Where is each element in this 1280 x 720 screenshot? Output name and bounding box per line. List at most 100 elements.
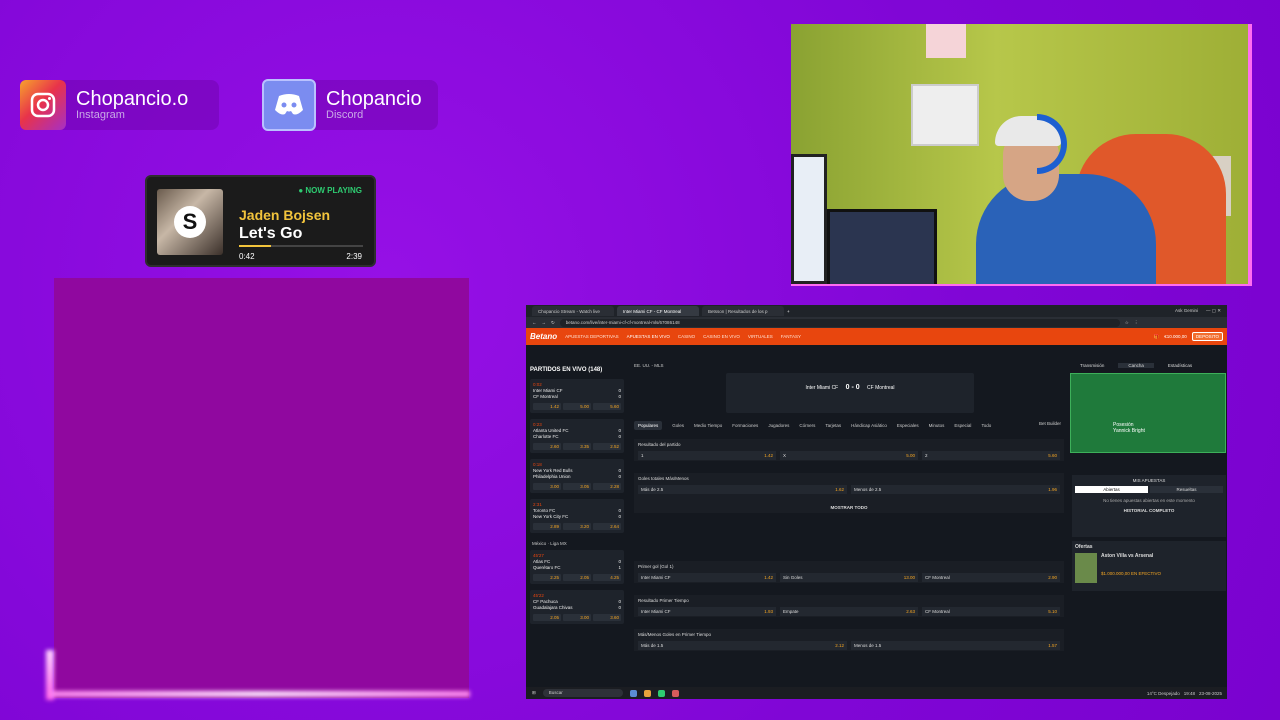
market-option[interactable]: Empate 2.63 — [780, 607, 918, 616]
odd-1[interactable]: 2.25 — [533, 574, 561, 581]
pitch-tracker: Posesión Yannick Bright — [1070, 373, 1226, 453]
market-option[interactable]: CF Montreal 2.90 — [922, 573, 1060, 582]
odd-2[interactable]: 5.60 — [593, 403, 621, 410]
deposit-button[interactable]: DEPOSITO — [1191, 332, 1223, 341]
odd-2[interactable]: 3.60 — [593, 614, 621, 621]
browser-tab-active[interactable]: Inter Miami CF - CF Montreal — [617, 306, 699, 316]
option-label: X — [783, 453, 787, 458]
overlay-panel — [54, 278, 469, 698]
odd-1[interactable]: 2.05 — [533, 614, 561, 621]
history-link[interactable]: HISTORIAL COMPLETO — [1075, 508, 1223, 513]
market-tab[interactable]: Especiales — [897, 423, 919, 428]
market-tab[interactable]: Hándicap Asiático — [851, 423, 887, 428]
market-tab[interactable]: Especial — [954, 423, 971, 428]
reload-icon[interactable]: ↻ — [551, 320, 555, 326]
offers-title: Ofertas — [1075, 544, 1093, 550]
profile-button[interactable]: Ask Gemini — [1175, 308, 1198, 314]
market-option[interactable]: Inter Miami CF 1.93 — [638, 607, 776, 616]
market-option[interactable]: Sin Goles 13.00 — [780, 573, 918, 582]
tab-transmision[interactable]: Transmisión — [1080, 363, 1104, 368]
market-option[interactable]: 1 1.42 — [638, 451, 776, 460]
offer-match[interactable]: Aston Villa vs Arsenal — [1101, 553, 1161, 559]
now-playing-tag: ● NOW PLAYING — [298, 186, 362, 195]
odd-x[interactable]: 2.05 — [563, 574, 591, 581]
market-tab[interactable]: Medio Tiempo — [694, 423, 722, 428]
app-icon[interactable] — [657, 689, 665, 697]
star-icon[interactable]: ☆ — [1125, 320, 1129, 326]
odd-2[interactable]: 2.28 — [593, 483, 621, 490]
market-tab[interactable]: Formaciones — [732, 423, 758, 428]
clock-date[interactable]: 23-08-2025 — [1199, 691, 1222, 696]
market-option[interactable]: Más de 2.5 1.62 — [638, 485, 847, 494]
odd-x[interactable]: 5.00 — [563, 403, 591, 410]
weather-widget[interactable]: 14°C Despejado — [1147, 691, 1180, 696]
window-controls[interactable]: — ▢ ✕ — [1206, 308, 1221, 314]
clock-time[interactable]: 19:48 — [1184, 691, 1195, 696]
odd-1[interactable]: 2.60 — [533, 443, 561, 450]
market-tab[interactable]: Goles — [672, 423, 684, 428]
market-tab[interactable]: Todo — [981, 423, 991, 428]
market-tab[interactable]: Tarjetas — [825, 423, 841, 428]
market-option[interactable]: 2 5.60 — [922, 451, 1060, 460]
gift-icon[interactable]: 🎁 — [1154, 334, 1160, 340]
betano-logo[interactable]: Betano — [530, 332, 557, 341]
market-option[interactable]: Más de 1.5 2.12 — [638, 641, 847, 650]
odd-x[interactable]: 3.05 — [563, 483, 591, 490]
live-matches-header: PARTIDOS EN VIVO (148) — [530, 367, 603, 373]
odd-1[interactable]: 3.00 — [533, 483, 561, 490]
odd-2[interactable]: 2.64 — [593, 523, 621, 530]
live-match-card[interactable]: 2:31 Toronto FC 0 New York City FC 0 2.89 3.20… — [530, 499, 624, 533]
away-score: 0 — [618, 514, 621, 519]
market-tabs: Populares Goles Medio Tiempo Formaciones Jug… — [634, 421, 1064, 430]
nav-item[interactable]: CASINO EN VIVO — [703, 334, 740, 339]
live-match-card[interactable]: 0:23 Atlanta United FC 0 Charlotte FC 0 2.60 3… — [530, 419, 624, 453]
market-option[interactable]: X 5.00 — [780, 451, 918, 460]
market-option[interactable]: Menos de 2.5 1.96 — [851, 485, 1060, 494]
nav-item[interactable]: FANTASY — [781, 334, 801, 339]
market-tab[interactable]: Córners — [799, 423, 815, 428]
live-match-card[interactable]: 45'27 Atlas FC 0 Querétaro FC 1 2.25 2.05 4.25 — [530, 550, 624, 584]
odd-1[interactable]: 1.42 — [533, 403, 561, 410]
windows-start-icon[interactable]: ⊞ — [532, 690, 536, 696]
market-option[interactable]: Inter Miami CF 1.42 — [638, 573, 776, 582]
app-icon[interactable] — [643, 689, 651, 697]
odd-x[interactable]: 3.00 — [563, 614, 591, 621]
away-score: 0 — [618, 605, 621, 610]
back-icon[interactable]: ← — [532, 320, 537, 325]
market-tab[interactable]: Jugadores — [768, 423, 789, 428]
forward-icon[interactable]: → — [542, 320, 547, 325]
app-icon[interactable] — [629, 689, 637, 697]
bet-builder-toggle[interactable]: Bet Builder — [1039, 421, 1061, 426]
app-icon[interactable] — [671, 689, 679, 697]
settled-bets-toggle[interactable]: Resueltas — [1150, 486, 1223, 493]
url-field[interactable]: betano.com/live/inter-miami-cf-cf-montre… — [559, 318, 1120, 327]
live-match-card[interactable]: 0:02 Inter Miami CF 0 CF Montreal 0 1.42 5.00 5… — [530, 379, 624, 413]
market-option[interactable]: Menos de 1.5 1.57 — [851, 641, 1060, 650]
wall-poster — [911, 84, 979, 146]
nav-item-active[interactable]: APUESTAS EN VIVO — [627, 334, 670, 339]
nav-item[interactable]: VIRTUALES — [748, 334, 773, 339]
odd-x[interactable]: 3.35 — [563, 443, 591, 450]
market-option[interactable]: CF Montreal 5.10 — [922, 607, 1060, 616]
browser-tab[interactable]: Betsson | Resultados de los p — [702, 306, 784, 316]
menu-icon[interactable]: ⋮ — [1134, 320, 1139, 326]
account-balance[interactable]: €10.000,00 — [1164, 334, 1187, 339]
market-tab[interactable]: Populares — [634, 421, 663, 430]
tab-cancha[interactable]: Cancha — [1118, 363, 1154, 368]
market-tab[interactable]: Minutos — [929, 423, 945, 428]
odd-1[interactable]: 2.89 — [533, 523, 561, 530]
live-match-card[interactable]: 0:18 New York Red Bulls 0 Philadelphia Unio… — [530, 459, 624, 493]
taskbar-search[interactable]: Buscar — [542, 689, 623, 697]
new-tab-icon[interactable]: + — [787, 309, 790, 314]
track-elapsed: 0:42 — [239, 252, 255, 261]
tab-estadisticas[interactable]: Estadísticas — [1168, 363, 1192, 368]
odd-x[interactable]: 3.20 — [563, 523, 591, 530]
nav-item[interactable]: CASINO — [678, 334, 695, 339]
odd-2[interactable]: 2.52 — [593, 443, 621, 450]
odd-2[interactable]: 4.25 — [593, 574, 621, 581]
live-match-card[interactable]: 45'22 CF Pachuca 0 Guadalajara Chivas 0 2.05 3… — [530, 590, 624, 624]
nav-item[interactable]: APUESTAS DEPORTIVAS — [565, 334, 619, 339]
open-bets-toggle[interactable]: Abiertas — [1075, 486, 1148, 493]
show-all-button[interactable]: MOSTRAR TODO — [634, 495, 1064, 513]
browser-tab[interactable]: Chopancio Stream - Watch live — [532, 306, 614, 316]
